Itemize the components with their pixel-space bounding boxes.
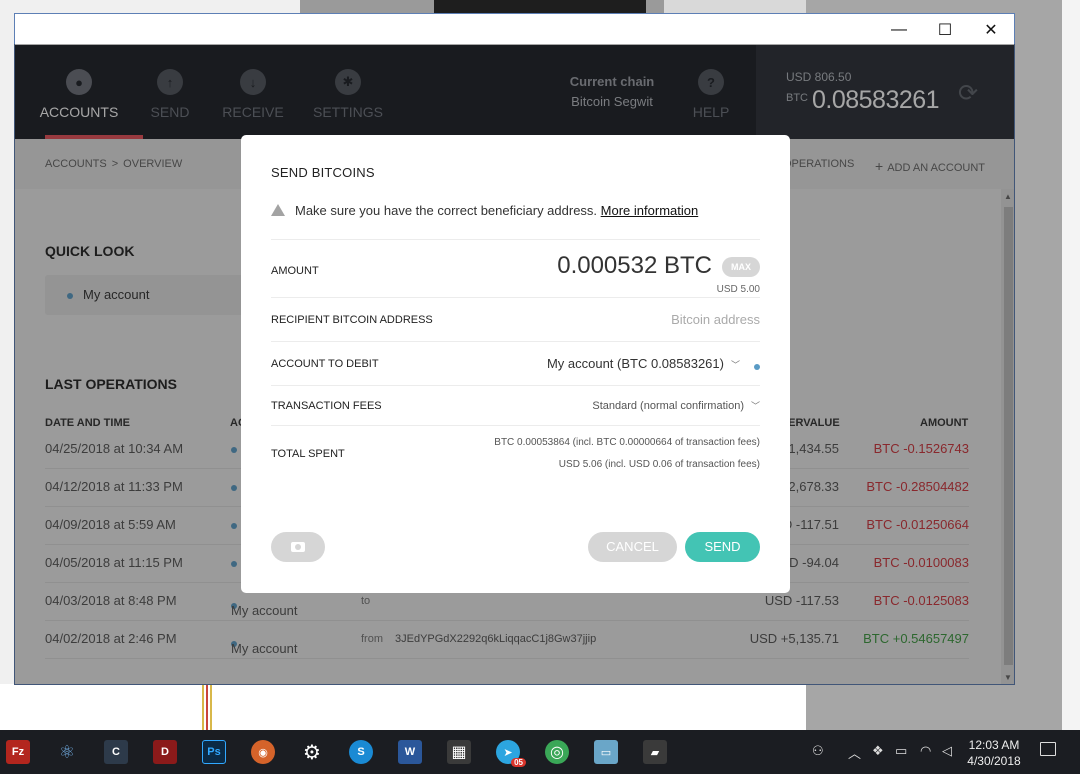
fees-row: TRANSACTION FEES Standard (normal confir… [271,385,760,425]
telegram-badge: 05 [511,758,526,767]
wifi-icon[interactable]: ◠ [920,743,931,759]
amount-label: AMOUNT [271,265,319,277]
dragon-app-icon[interactable]: D [153,740,177,764]
account-select-value: My account (BTC 0.08583261) [546,356,724,371]
recipient-row: RECIPIENT BITCOIN ADDRESS [271,297,760,341]
battery-icon[interactable]: ▭ [895,743,907,759]
total-btc: BTC 0.00053864 (incl. BTC 0.00000664 of … [494,437,760,448]
close-button[interactable]: ✕ [968,14,1014,45]
fees-select-value: Standard (normal confirmation) [592,400,744,412]
cancel-button[interactable]: CANCEL [588,532,677,562]
fees-select[interactable]: Standard (normal confirmation) ﹀ [592,399,760,412]
maximize-button[interactable]: ☐ [922,14,968,45]
scan-qr-button[interactable] [271,532,325,562]
calculator-icon[interactable]: ▦ [447,740,471,764]
send-bitcoins-dialog: SEND BITCOINS Make sure you have the cor… [241,135,790,593]
camera-icon [291,542,305,552]
telegram-glyph: ➤ [503,746,513,759]
debit-label: ACCOUNT TO DEBIT [271,358,379,370]
clock-date: 4/30/2018 [967,754,1021,768]
amount-usd: USD 5.00 [716,284,760,295]
dialog-title: SEND BITCOINS [271,165,375,180]
word-icon[interactable]: W [398,740,422,764]
amount-input[interactable]: 0.000532 BTC [557,252,712,280]
recipient-label: RECIPIENT BITCOIN ADDRESS [271,314,433,326]
chevron-down-icon: ﹀ [750,401,760,411]
total-usd: USD 5.06 (incl. USD 0.06 of transaction … [558,459,760,470]
account-debit-row: ACCOUNT TO DEBIT My account (BTC 0.08583… [271,341,760,385]
chevron-up-icon[interactable]: ︿ [848,743,861,762]
system-clock[interactable]: 12:03 AM 4/30/2018 [962,737,1026,769]
skype-icon[interactable]: S [349,740,373,764]
warning-icon [271,204,285,216]
warning-message: Make sure you have the correct beneficia… [271,203,698,218]
windows-taskbar: Fz ⚛ C D Ps ◉ ⚙ S W ▦ ➤ 05 ◎ ▭ ▰ ⚇ ︿ ❖ ▭ … [0,730,1080,774]
chrome-icon[interactable]: ◎ [545,740,569,764]
minimize-button[interactable]: — [876,14,922,45]
background-window-bottom [0,684,806,730]
account-select[interactable]: My account (BTC 0.08583261) ﹀ [547,356,740,371]
amount-row: AMOUNT 0.000532 BTC MAX USD 5.00 [271,239,760,297]
background-scroll-strip [1062,0,1080,730]
clock-time: 12:03 AM [968,738,1020,752]
account-color-dot [754,364,760,370]
total-row: TOTAL SPENT BTC 0.00053864 (incl. BTC 0.… [271,425,760,483]
firefox-icon[interactable]: ◉ [251,740,275,764]
background-window-top [434,0,646,14]
people-icon[interactable]: ⚇ [812,743,824,759]
telegram-icon[interactable]: ➤ 05 [496,740,526,767]
background-decoration [200,684,216,730]
max-button[interactable]: MAX [722,257,760,277]
notifications-icon[interactable] [1040,742,1056,756]
volume-icon[interactable]: ◁ [942,743,952,759]
amount-value: 0.000532 [557,252,658,279]
cursor-app-icon[interactable]: C [104,740,128,764]
total-label: TOTAL SPENT [271,448,345,460]
gear-icon[interactable]: ⚙ [300,740,324,764]
recipient-address-input[interactable] [500,312,760,327]
warning-text: Make sure you have the correct beneficia… [295,203,598,218]
chevron-down-icon: ﹀ [730,360,740,370]
fees-label: TRANSACTION FEES [271,400,382,412]
more-information-link[interactable]: More information [601,203,699,218]
title-bar: — ☐ ✕ [15,14,1014,45]
amount-unit: BTC [664,252,712,279]
atom-icon[interactable]: ⚛ [55,740,79,764]
notes-app-icon[interactable]: ▭ [594,740,618,764]
send-button[interactable]: SEND [685,532,760,562]
photoshop-icon[interactable]: Ps [202,740,226,764]
dropbox-icon[interactable]: ❖ [872,743,884,759]
filezilla-icon[interactable]: Fz [6,740,30,764]
ledger-app-icon[interactable]: ▰ [643,740,667,764]
total-spent: BTC 0.00053864 (incl. BTC 0.00000664 of … [494,432,760,476]
